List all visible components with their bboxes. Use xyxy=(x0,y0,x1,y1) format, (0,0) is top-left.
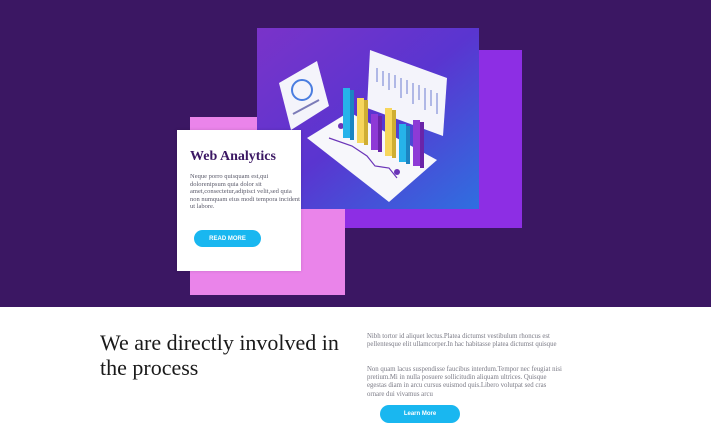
intro-paragraph-1: Nibh tortor id aliquet lectus.Platea dic… xyxy=(367,333,557,349)
card-description: Neque porro quisquam est,qui dolorenipsu… xyxy=(190,173,300,210)
card-title: Web Analytics xyxy=(190,149,276,164)
read-more-button[interactable]: READ MORE xyxy=(194,230,261,247)
intro-paragraph-2: Non quam lacus suspendisse faucibus inte… xyxy=(367,366,562,398)
learn-more-button[interactable]: Learn More xyxy=(380,405,460,423)
decor-purple-block xyxy=(478,50,522,228)
section-heading: We are directly involved in the process xyxy=(100,330,339,380)
web-analytics-card: Web Analytics Neque porro quisquam est,q… xyxy=(177,130,301,271)
